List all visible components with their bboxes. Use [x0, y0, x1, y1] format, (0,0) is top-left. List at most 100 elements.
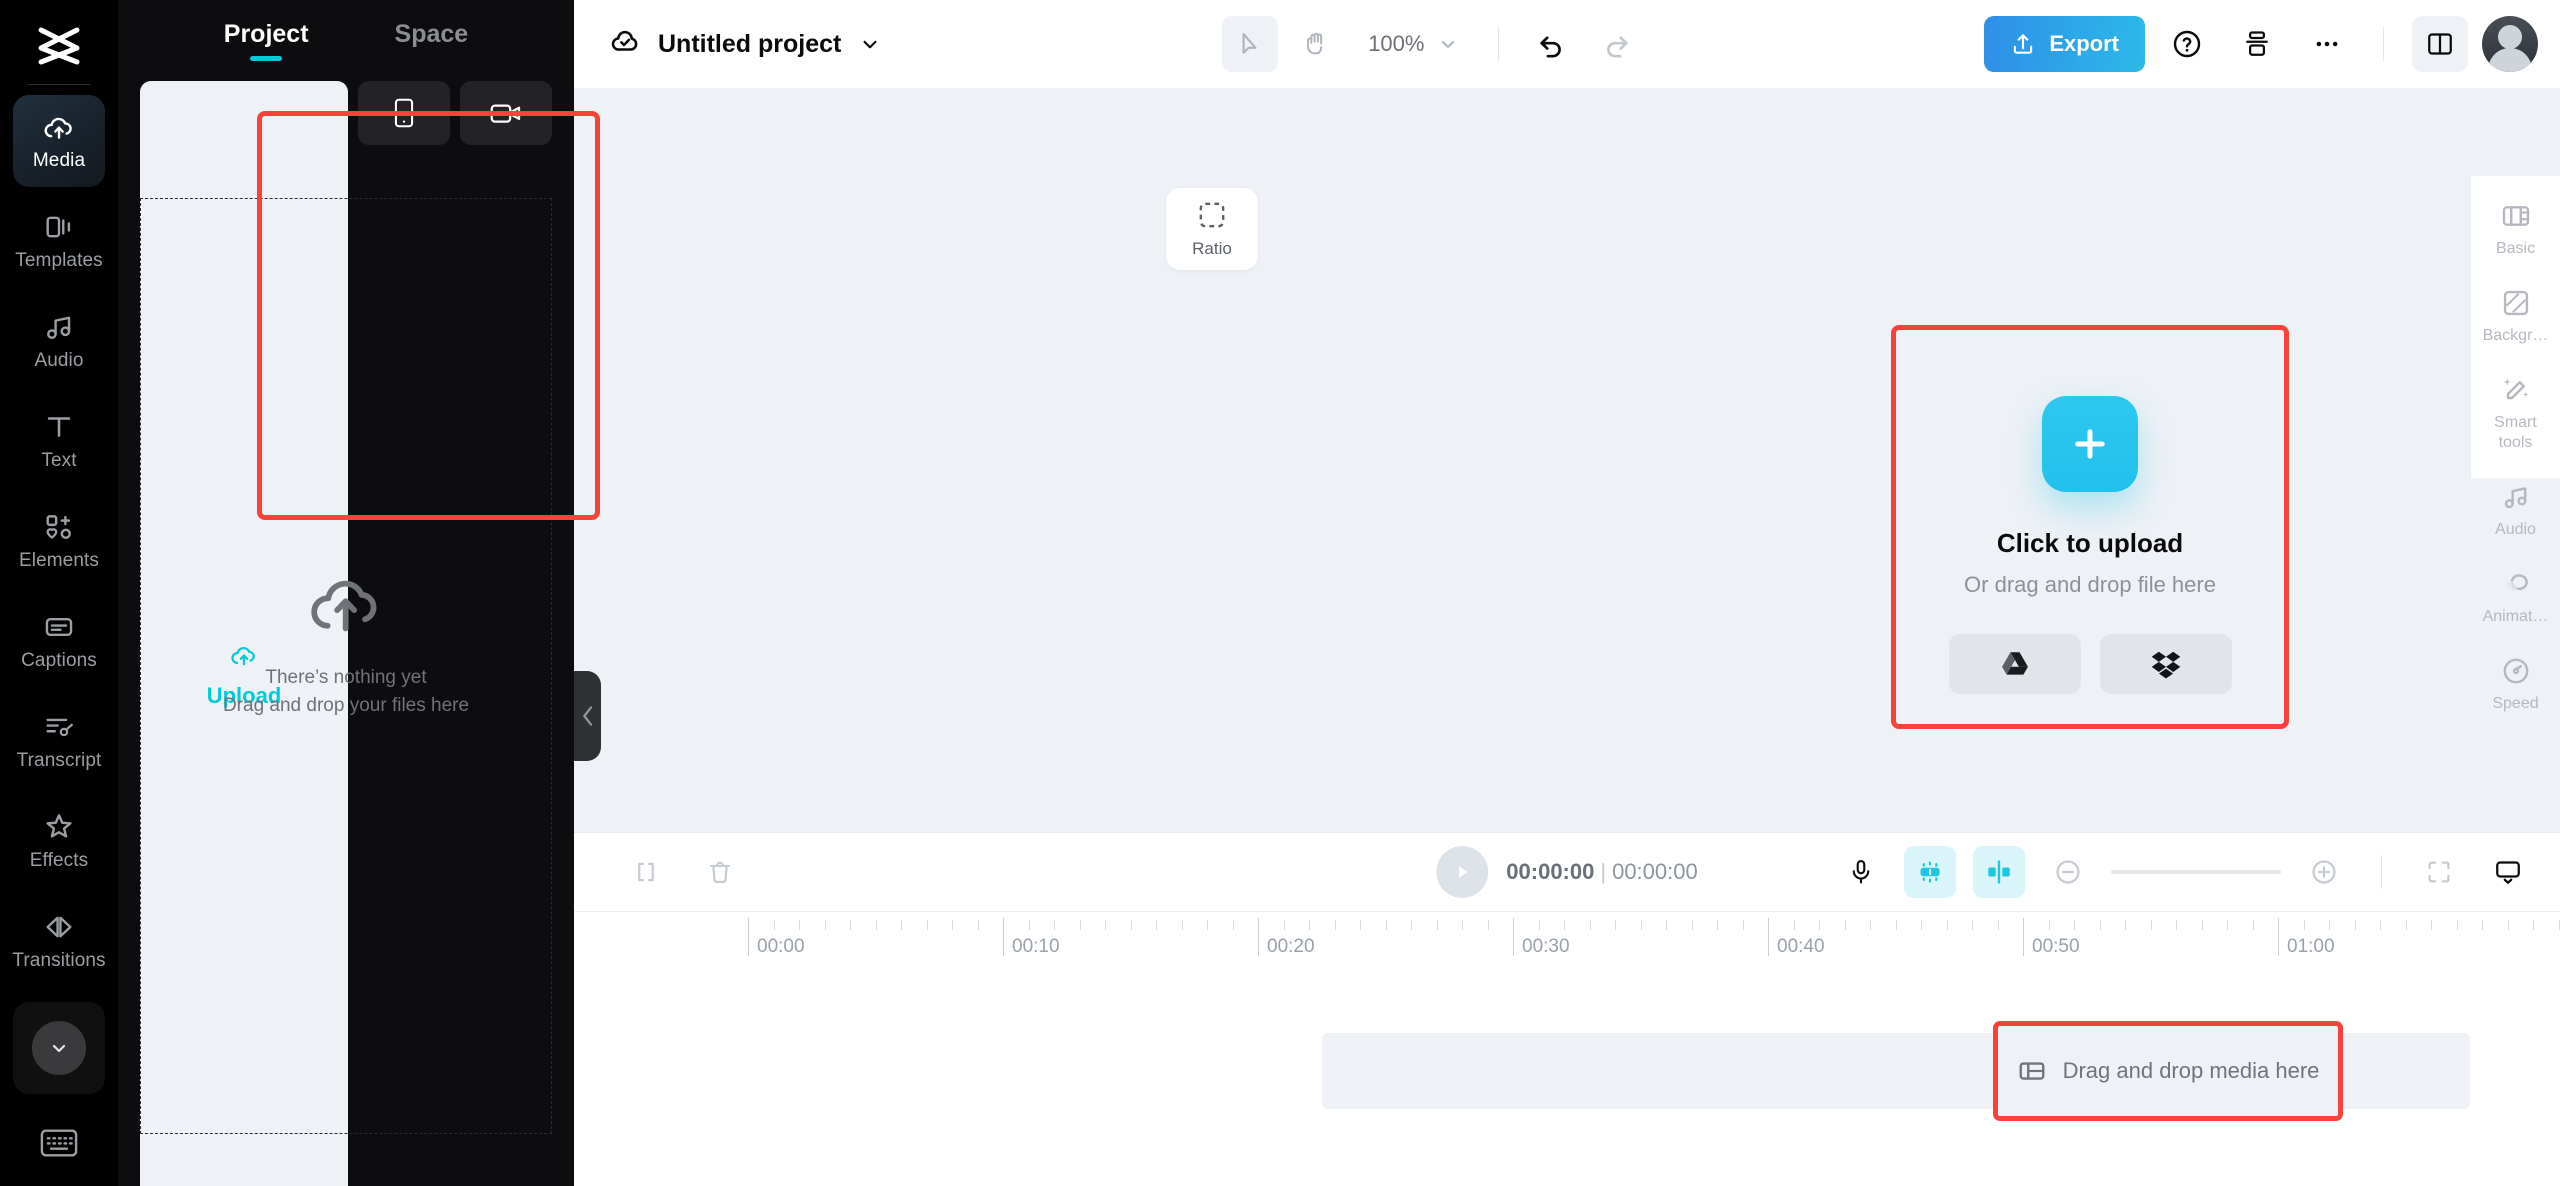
sidebar-item-captions[interactable]: Captions: [13, 595, 105, 687]
panel-collapse-handle[interactable]: [574, 671, 601, 761]
auto-enhance-button[interactable]: [1904, 846, 1956, 898]
tab-project[interactable]: Project: [224, 20, 309, 63]
microphone-icon: [1847, 858, 1875, 886]
timeline-left-tools: [620, 846, 746, 898]
ruler-tick: [1743, 920, 1744, 930]
keyboard-shortcuts-button[interactable]: [0, 1100, 118, 1186]
tool-label: Speed: [2492, 694, 2538, 714]
capcut-editor-window: Media Templates Audio: [0, 0, 2560, 1186]
layers-button[interactable]: [2229, 16, 2285, 72]
play-button[interactable]: [1436, 846, 1488, 898]
help-button[interactable]: [2159, 16, 2215, 72]
ruler-major-tick: [2023, 918, 2024, 956]
ruler-tick: [1131, 920, 1132, 930]
ruler-tick: [876, 920, 877, 930]
tool-animation[interactable]: Animat…: [2474, 556, 2558, 639]
sidebar-item-media[interactable]: Media: [13, 95, 105, 187]
media-panel: Project Space Upload: [118, 0, 574, 1186]
ruler-tick: [1590, 920, 1591, 930]
tool-label: Animat…: [2483, 607, 2549, 627]
dropbox-upload-button[interactable]: [2100, 634, 2232, 694]
timeline-right-tools: [1835, 846, 2534, 898]
timeline-zoom-slider[interactable]: [2111, 870, 2281, 874]
more-options-button[interactable]: [2299, 16, 2355, 72]
mirror-split-button[interactable]: [1973, 846, 2025, 898]
project-title-button[interactable]: Untitled project: [608, 27, 883, 61]
tool-background[interactable]: Backgr…: [2474, 275, 2558, 358]
ratio-button[interactable]: Ratio: [1166, 188, 1258, 270]
ruler-tick: [1845, 920, 1846, 930]
sidebar-item-label: Effects: [30, 850, 88, 872]
transitions-icon: [42, 910, 76, 944]
record-video-button[interactable]: [460, 81, 552, 145]
top-right-actions: Export: [1984, 16, 2538, 72]
sidebar-item-text[interactable]: Text: [13, 395, 105, 487]
layers-stack-icon: [2242, 29, 2272, 59]
google-drive-upload-button[interactable]: [1949, 634, 2081, 694]
sidebar-item-effects[interactable]: Effects: [13, 795, 105, 887]
dropbox-icon: [2150, 648, 2182, 680]
ruler-tick: [2355, 920, 2356, 930]
ruler-tick: [1335, 920, 1336, 930]
record-voiceover-button[interactable]: [1835, 846, 1887, 898]
ruler-tick: [2457, 920, 2458, 930]
preview-display-button[interactable]: [2482, 846, 2534, 898]
redo-button[interactable]: [1589, 16, 1645, 72]
sidebar-item-label: Captions: [21, 650, 97, 672]
ruler-tick: [1207, 920, 1208, 930]
sidebar-item-templates[interactable]: Templates: [13, 195, 105, 287]
sidebar-item-transcript[interactable]: Transcript: [13, 695, 105, 787]
ruler-major-tick: [1258, 918, 1259, 956]
sidebar-item-elements[interactable]: Elements: [13, 495, 105, 587]
split-layout-icon: [2425, 29, 2455, 59]
ruler-tick: [1539, 920, 1540, 930]
ruler-tick: [927, 920, 928, 930]
empty-line-2: Drag and drop your files here: [223, 692, 469, 720]
capcut-logo-icon[interactable]: [32, 22, 86, 70]
click-to-upload-zone[interactable]: Click to upload Or drag and drop file he…: [1891, 325, 2289, 729]
delete-clip-button[interactable]: [694, 846, 746, 898]
chevron-down-icon: [1436, 32, 1460, 56]
zoom-in-button[interactable]: [2298, 846, 2350, 898]
layout-toggle-button[interactable]: [2412, 16, 2468, 72]
ruler-tick: [901, 920, 902, 930]
phone-icon: [391, 98, 417, 128]
upload-from-phone-button[interactable]: [358, 81, 450, 145]
undo-button[interactable]: [1523, 16, 1579, 72]
ruler-time-label: 00:30: [1522, 936, 1570, 958]
time-separator: |: [1600, 859, 1606, 884]
google-drive-icon: [1999, 648, 2031, 680]
hand-tool-button[interactable]: [1288, 16, 1344, 72]
select-tool-button[interactable]: [1222, 16, 1278, 72]
ruler-time-label: 00:20: [1267, 936, 1315, 958]
rail-more-button[interactable]: [13, 1002, 105, 1094]
ruler-tick: [1692, 920, 1693, 930]
sidebar-item-label: Media: [33, 150, 85, 172]
avatar[interactable]: [2482, 16, 2538, 72]
sidebar-item-audio[interactable]: Audio: [13, 295, 105, 387]
tab-space[interactable]: Space: [395, 20, 469, 63]
ruler-tick: [2049, 920, 2050, 930]
split-clip-button[interactable]: [620, 846, 672, 898]
zoom-level-dropdown[interactable]: 100%: [1354, 31, 1474, 57]
tool-smart-tools[interactable]: Smart tools: [2474, 362, 2558, 465]
export-button[interactable]: Export: [1984, 16, 2145, 72]
tool-speed[interactable]: Speed: [2474, 643, 2558, 726]
zoom-out-button[interactable]: [2042, 846, 2094, 898]
drag-drop-media-target[interactable]: Drag and drop media here: [1993, 1021, 2343, 1121]
tool-label: Smart tools: [2494, 413, 2537, 453]
ruler-tick: [2380, 920, 2381, 930]
canvas-tools: 100%: [883, 16, 1984, 72]
rail-bottom-controls: [0, 1002, 118, 1186]
sidebar-item-transitions[interactable]: Transitions: [13, 895, 105, 987]
ruler-tick: [2100, 920, 2101, 930]
ruler-tick: [1896, 920, 1897, 930]
ruler-time-label: 01:00: [2287, 936, 2335, 958]
fit-to-screen-button[interactable]: [2413, 846, 2465, 898]
tool-audio[interactable]: Audio: [2474, 469, 2558, 552]
ruler-tick: [1794, 920, 1795, 930]
captions-icon: [42, 610, 76, 644]
timeline-ruler[interactable]: 00:0000:1000:2000:3000:4000:5001:00: [574, 911, 2560, 969]
tool-basic[interactable]: Basic: [2474, 188, 2558, 271]
sidebar-item-label: Transcript: [17, 750, 102, 772]
